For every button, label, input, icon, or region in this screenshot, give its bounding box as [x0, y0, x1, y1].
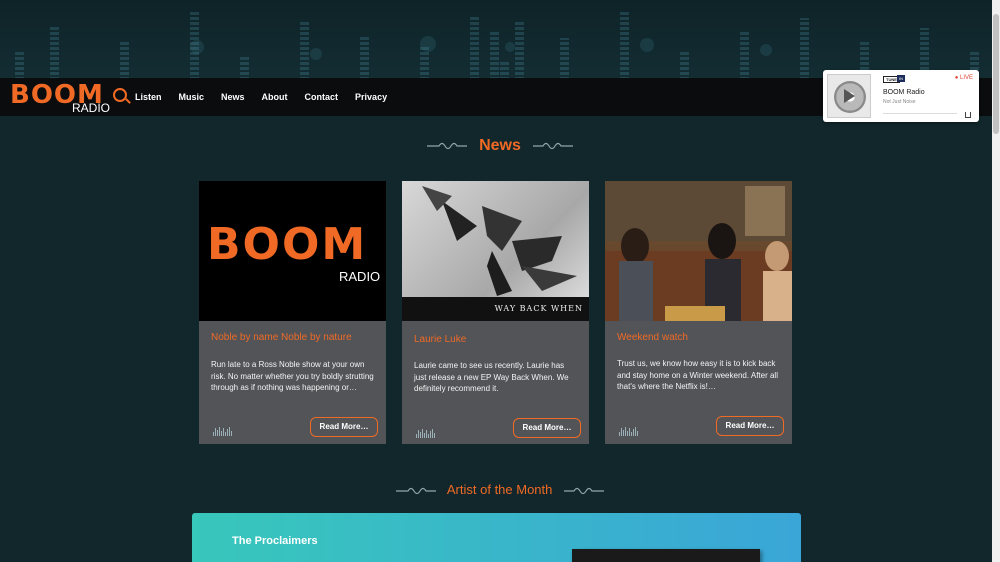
- squiggle-left-icon: [395, 487, 436, 494]
- equalizer-bar: [240, 55, 249, 80]
- nav-item-privacy[interactable]: Privacy: [355, 92, 387, 102]
- nav-item-listen[interactable]: Listen: [135, 92, 162, 102]
- radio-player-widget: TUNE IN ● LIVE BOOM Radio Not Just Noise: [823, 70, 979, 122]
- news-section-heading: News: [0, 137, 1000, 155]
- backdrop-glow: [310, 48, 322, 60]
- artist-photo[interactable]: [572, 549, 760, 562]
- nav-item-about[interactable]: About: [262, 92, 288, 102]
- card-image-logo-text: BOOM: [207, 219, 368, 270]
- card-image-boom-logo[interactable]: BOOM RADIO: [199, 181, 386, 321]
- share-icon[interactable]: [965, 112, 971, 118]
- backdrop-glow: [640, 38, 654, 52]
- player-station-title: BOOM Radio: [883, 89, 925, 96]
- scrollbar-thumb[interactable]: [993, 14, 999, 134]
- card-excerpt: Laurie came to see us recently. Laurie h…: [414, 361, 569, 393]
- equalizer-bar: [50, 25, 59, 80]
- card-image-tv-scene[interactable]: [605, 181, 792, 321]
- equalizer-bar: [15, 50, 24, 80]
- player-artwork[interactable]: [827, 74, 871, 118]
- artist-of-month-panel: The Proclaimers: [192, 513, 801, 562]
- logo-radio-text: RADIO: [72, 101, 111, 115]
- waveform-icon: [213, 418, 235, 436]
- equalizer-bar: [470, 15, 479, 80]
- play-icon[interactable]: [844, 89, 855, 103]
- card-title[interactable]: Laurie Luke: [414, 334, 466, 345]
- backdrop-glow: [760, 44, 772, 56]
- artist-section-heading: Artist of the Month: [0, 482, 1000, 497]
- card-title[interactable]: Noble by name Noble by nature: [211, 332, 352, 343]
- card-image-birds[interactable]: WAY BACK WHEN: [402, 181, 589, 321]
- equalizer-bar: [740, 32, 749, 80]
- card-excerpt: Trust us, we know how easy it is to kick…: [617, 359, 778, 391]
- news-card: WAY BACK WHEN Laurie Luke Laurie came to…: [402, 181, 589, 444]
- artist-name[interactable]: The Proclaimers: [232, 535, 318, 547]
- read-more-button[interactable]: Read More…: [310, 417, 378, 437]
- tv-scene-illustration: [605, 181, 792, 321]
- equalizer-bar: [120, 40, 129, 80]
- main-nav: Listen Music News About Contact Privacy: [135, 78, 404, 116]
- nav-item-news[interactable]: News: [221, 92, 245, 102]
- backdrop-glow: [420, 36, 436, 52]
- site-logo[interactable]: BOOM RADIO: [10, 80, 111, 115]
- card-title[interactable]: Weekend watch: [617, 332, 688, 343]
- equalizer-bar: [515, 22, 524, 80]
- nav-item-contact[interactable]: Contact: [305, 92, 339, 102]
- search-icon[interactable]: [113, 88, 127, 102]
- birds-illustration: [402, 186, 589, 321]
- header-backdrop: [0, 0, 1000, 80]
- news-card: Weekend watch Trust us, we know how easy…: [605, 181, 792, 444]
- read-more-button[interactable]: Read More…: [716, 416, 784, 436]
- news-card: BOOM RADIO Noble by name Noble by nature…: [199, 181, 386, 444]
- card-image-logo-sub: RADIO: [339, 269, 381, 284]
- equalizer-bar: [560, 38, 569, 80]
- page-scrollbar[interactable]: [992, 0, 1000, 562]
- live-badge: ● LIVE: [954, 75, 973, 81]
- equalizer-bar: [680, 50, 689, 80]
- equalizer-bar: [500, 60, 509, 80]
- equalizer-bar: [800, 18, 809, 80]
- equalizer-bar: [620, 12, 629, 80]
- waveform-icon: [619, 418, 641, 436]
- player-station-subtitle: Not Just Noise: [883, 99, 916, 105]
- read-more-button[interactable]: Read More…: [513, 418, 581, 438]
- tunein-badge: IN: [897, 75, 905, 82]
- artist-heading-text: Artist of the Month: [446, 482, 553, 497]
- nav-item-music[interactable]: Music: [179, 92, 205, 102]
- player-divider: [883, 113, 957, 114]
- card-excerpt: Run late to a Ross Noble show at your ow…: [211, 360, 374, 392]
- backdrop-glow: [505, 42, 515, 52]
- squiggle-left-icon: [426, 142, 467, 149]
- backdrop-glow: [190, 40, 204, 54]
- equalizer-bar: [300, 20, 309, 80]
- equalizer-bar: [360, 35, 369, 80]
- equalizer-bar: [490, 30, 499, 80]
- news-heading-text: News: [479, 137, 521, 154]
- card-image-caption: WAY BACK WHEN: [494, 304, 583, 313]
- squiggle-right-icon: [564, 487, 605, 494]
- waveform-icon: [416, 420, 438, 438]
- squiggle-right-icon: [533, 142, 574, 149]
